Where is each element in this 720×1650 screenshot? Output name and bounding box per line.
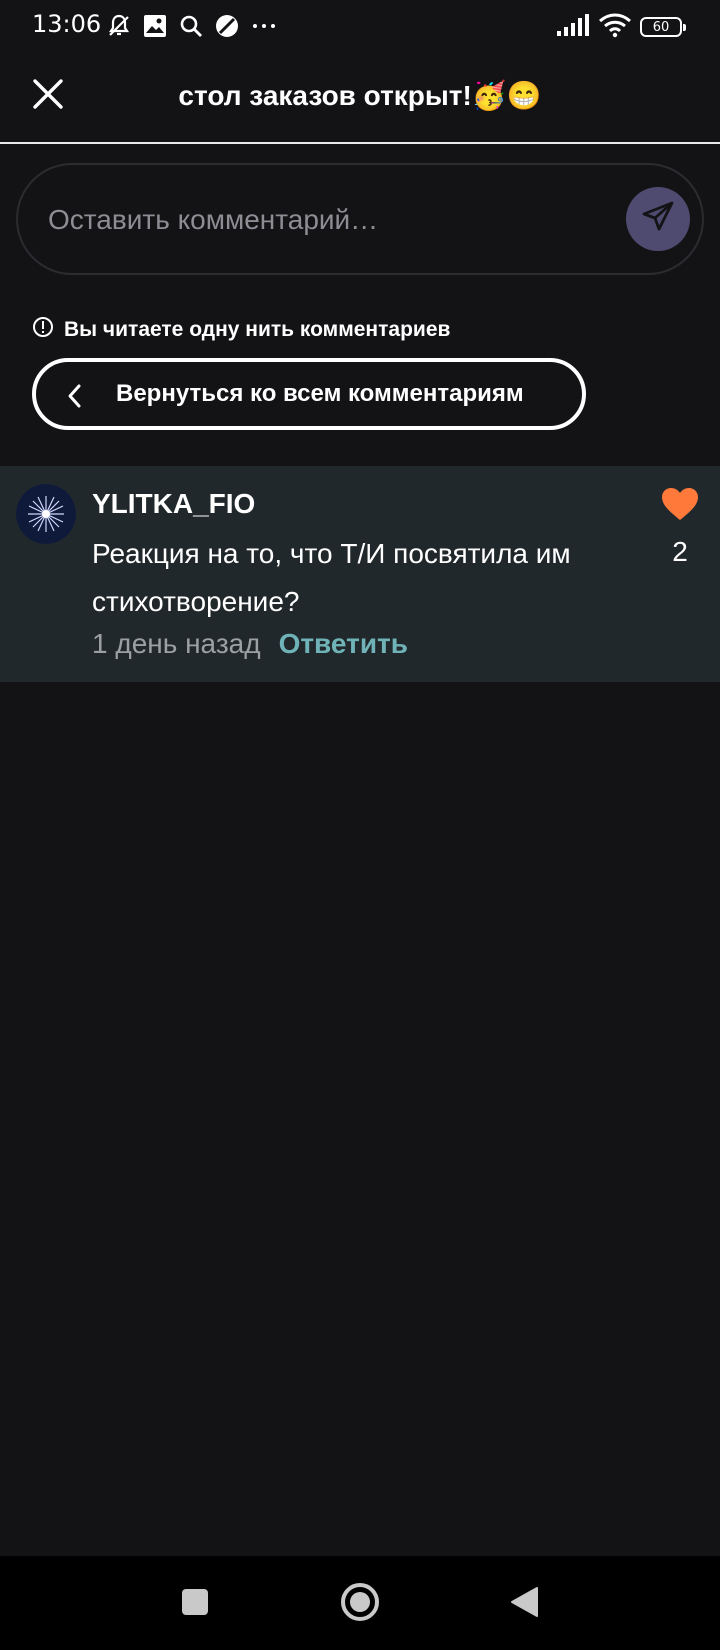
status-time: 13:06 bbox=[32, 10, 102, 38]
back-to-all-comments-button[interactable]: Вернуться ко всем комментариям bbox=[32, 358, 586, 430]
recents-button[interactable] bbox=[167, 1578, 223, 1630]
heart-icon bbox=[661, 487, 699, 525]
comment-username[interactable]: YLITKA_FIO bbox=[92, 486, 255, 522]
more-icon bbox=[250, 13, 278, 39]
reply-button[interactable]: Ответить bbox=[279, 626, 408, 662]
status-icons-right: 60 bbox=[556, 12, 686, 42]
back-nav-button[interactable] bbox=[496, 1578, 552, 1630]
status-bar: 13:06 60 bbox=[0, 0, 720, 52]
battery-icon: 60 bbox=[640, 17, 686, 37]
like-count: 2 bbox=[672, 536, 688, 567]
thread-notice: Вы читаете одну нить комментариев bbox=[32, 316, 450, 344]
gallery-icon bbox=[142, 13, 168, 39]
comment-input-container bbox=[16, 163, 704, 275]
square-icon bbox=[180, 1587, 210, 1621]
comment-card: YLITKA_FIO Реакция на то, что Т/И посвят… bbox=[0, 466, 720, 682]
close-button[interactable] bbox=[28, 76, 68, 116]
comment-input[interactable] bbox=[46, 193, 590, 247]
comment-meta: 1 день назад Ответить bbox=[92, 626, 408, 662]
home-button[interactable] bbox=[332, 1578, 388, 1630]
status-icons-left bbox=[106, 12, 278, 40]
send-icon bbox=[641, 200, 675, 238]
like-button[interactable] bbox=[660, 486, 700, 526]
comment-timestamp: 1 день назад bbox=[92, 628, 261, 659]
thread-notice-text: Вы читаете одну нить комментариев bbox=[64, 318, 451, 341]
back-triangle-icon bbox=[509, 1586, 539, 1622]
signal-icon bbox=[556, 13, 590, 41]
page-title: стол заказов открыт!🥳😁 bbox=[178, 80, 542, 111]
chevron-left-icon bbox=[66, 382, 84, 410]
close-icon bbox=[32, 78, 64, 114]
info-icon bbox=[32, 316, 54, 344]
header: стол заказов открыт!🥳😁 bbox=[0, 52, 720, 144]
mute-notifications-icon bbox=[106, 13, 132, 39]
app-icon bbox=[214, 13, 240, 39]
search-icon bbox=[178, 13, 204, 39]
home-circle-icon bbox=[340, 1582, 380, 1626]
back-button-label: Вернуться ко всем комментариям bbox=[116, 380, 524, 407]
send-button[interactable] bbox=[626, 187, 690, 251]
navigation-bar bbox=[0, 1556, 720, 1650]
avatar[interactable] bbox=[16, 484, 76, 544]
comment-text: Реакция на то, что Т/И посвятила им стих… bbox=[92, 538, 571, 617]
wifi-icon bbox=[598, 12, 632, 42]
